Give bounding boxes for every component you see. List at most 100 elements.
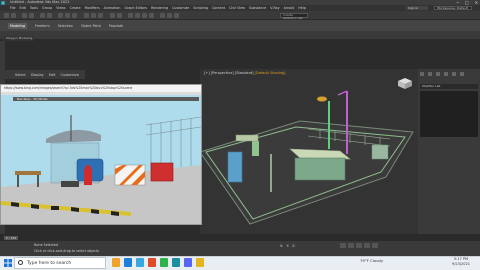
menu-customize[interactable]: Customize [172,6,189,10]
align-icon[interactable] [117,13,122,18]
time-slider[interactable]: 0 / 100 [4,236,18,240]
app-icon: 3 [1,0,5,5]
select-object-icon[interactable] [40,13,45,18]
clock-date: 9/23/2021 [452,262,470,266]
menu-help[interactable]: Help [298,6,306,10]
selection-set-field[interactable]: Create Selection Set [280,13,308,20]
timeline[interactable] [0,234,480,241]
perspective-viewport[interactable] [199,69,418,234]
menu-animation[interactable]: Animation [104,6,121,10]
modify-tab-icon[interactable] [428,72,432,76]
tab-freeform[interactable]: Freeform [35,24,50,28]
menu-scripting[interactable]: Scripting [193,6,208,10]
app-icon-8[interactable] [196,258,204,267]
app-icon-7[interactable] [184,258,192,267]
sign-in-button[interactable]: Sign In [406,6,428,10]
road-barrier [114,164,146,186]
layer-icon[interactable] [128,13,133,18]
snap-icon[interactable] [84,13,89,18]
bus-stop-render [1,95,202,224]
workspace-select[interactable]: Workspaces: Default [434,6,472,10]
screen: { "window": { "title": "Untitled - Autod… [0,0,480,270]
x-coord-label[interactable]: X: [280,244,283,248]
scene-tab-display[interactable]: Display [31,73,44,77]
weather-widget[interactable]: 79°F Cloudy [360,258,383,263]
ribbon-panel [0,31,480,39]
chrome-icon[interactable] [160,258,168,267]
scene-explorer-menu: Select Display Edit Customize [5,70,85,79]
menu-rendering[interactable]: Rendering [151,6,168,10]
render-frame-icon[interactable] [167,13,172,18]
redo-icon[interactable] [11,13,16,18]
viewport-label[interactable]: [+] [Perspective] [Standard] [Default Sh… [204,71,286,75]
menu-content[interactable]: Content [212,6,225,10]
tab-selection[interactable]: Selection [58,24,73,28]
main-toolbar: Create Selection Set [0,11,480,20]
rotate-icon[interactable] [65,13,70,18]
menu-modifiers[interactable]: Modifiers [85,6,100,10]
tab-object-paint[interactable]: Object Paint [81,24,101,28]
next-frame-icon[interactable] [364,243,370,248]
sign-board-model[interactable] [252,141,259,156]
menu-graph-editors[interactable]: Graph Editors [124,6,147,10]
motion-tab-icon[interactable] [444,72,448,76]
phone-booth-model[interactable] [227,151,243,183]
play-icon[interactable] [356,243,362,248]
angle-snap-icon[interactable] [91,13,96,18]
prompt-line: Click or click-and-drag to select object… [34,249,99,253]
3dsmax-taskbar-icon[interactable] [172,258,180,267]
go-to-end-icon[interactable] [372,243,378,248]
hierarchy-tab-icon[interactable] [436,72,440,76]
previous-frame-icon[interactable] [348,243,354,248]
menu-civil-view[interactable]: Civil View [229,6,245,10]
percent-snap-icon[interactable] [98,13,103,18]
z-coord-label[interactable]: Z: [292,244,295,248]
menu-vray[interactable]: V-Ray [270,6,279,10]
tab-populate[interactable]: Populate [109,24,123,28]
windows-start-icon[interactable] [4,259,12,267]
edge-icon[interactable] [124,258,132,267]
menu-create[interactable]: Create [70,6,81,10]
menu-group[interactable]: Group [42,6,52,10]
search-icon [18,260,23,265]
material-editor-icon[interactable] [149,13,154,18]
mirror-icon[interactable] [110,13,115,18]
file-explorer-icon[interactable] [112,258,120,267]
link-icon[interactable] [22,13,27,18]
undo-icon[interactable] [4,13,9,18]
schematic-icon[interactable] [142,13,147,18]
render-icon[interactable] [174,13,179,18]
scene-tab-edit[interactable]: Edit [49,73,56,77]
scene-tab-select[interactable]: Select [15,73,26,77]
browser-address-bar[interactable]: https://www.bing.com/images/search?q=3ds… [1,85,201,92]
modifier-list-dropdown[interactable]: Modifier List [420,84,478,89]
scale-icon[interactable] [72,13,77,18]
select-by-name-icon[interactable] [47,13,52,18]
menu-arnold[interactable]: Arnold [284,6,295,10]
utilities-tab-icon[interactable] [460,72,464,76]
go-to-start-icon[interactable] [340,243,346,248]
y-coord-label[interactable]: Y: [286,244,289,248]
bus-shelter-model[interactable] [289,148,351,181]
render-setup-icon[interactable] [160,13,165,18]
menu-tools[interactable]: Tools [30,6,38,10]
menu-substance[interactable]: Substance [249,6,266,10]
polygon-modeling-button[interactable]: Polygon Modeling [4,36,34,41]
menu-views[interactable]: Views [56,6,66,10]
menu-file[interactable]: File [10,6,16,10]
display-tab-icon[interactable] [452,72,456,76]
taskbar-search-box[interactable]: Type here to search [14,257,106,269]
browser-window[interactable]: https://www.bing.com/images/search?q=3ds… [0,84,202,225]
create-tab-icon[interactable] [420,72,424,76]
store-icon[interactable] [136,258,144,267]
viewcube-icon[interactable] [396,76,414,90]
unlink-icon[interactable] [29,13,34,18]
system-clock[interactable]: 5:17 PM 9/23/2021 [452,257,470,267]
modifier-stack[interactable] [420,91,478,137]
menu-edit[interactable]: Edit [20,6,26,10]
tab-modeling[interactable]: Modeling [8,22,27,29]
office-icon[interactable] [148,258,156,267]
move-icon[interactable] [58,13,63,18]
scene-tab-customize[interactable]: Customize [61,73,79,77]
curve-editor-icon[interactable] [135,13,140,18]
